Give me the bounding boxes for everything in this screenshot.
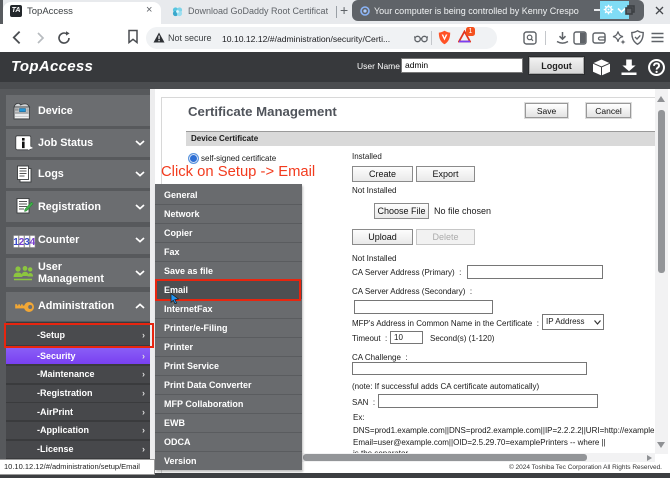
svg-text:4: 4 <box>30 237 36 248</box>
